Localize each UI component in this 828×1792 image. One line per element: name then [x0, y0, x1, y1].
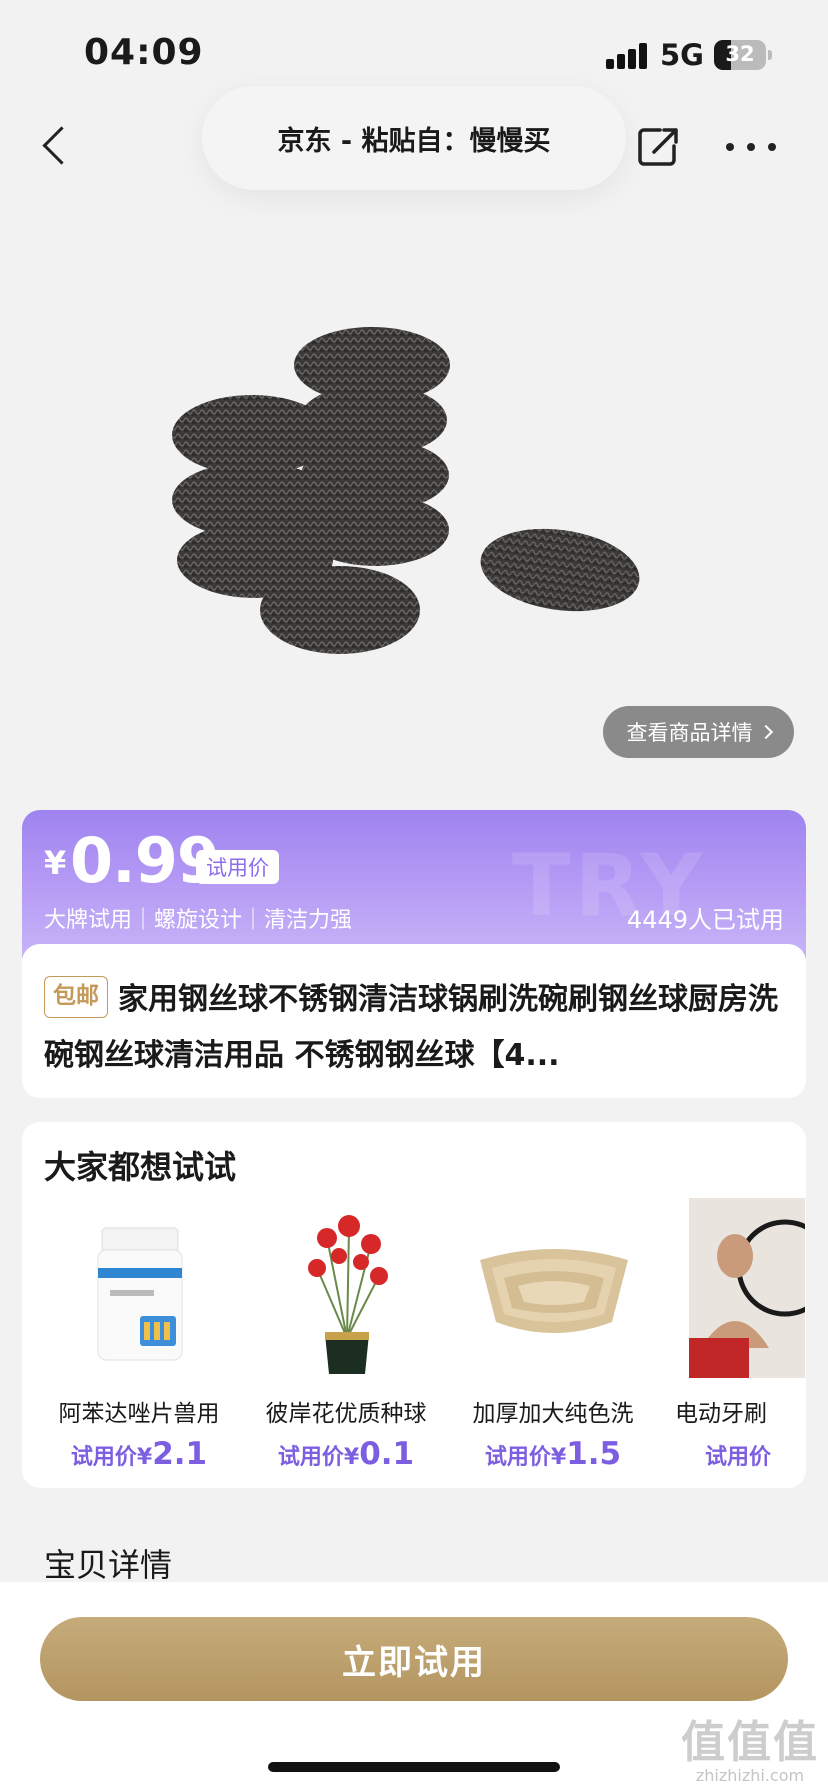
- more-options-button[interactable]: [726, 132, 776, 162]
- battery-level: 32: [725, 42, 755, 66]
- recommendations-title: 大家都想试试: [44, 1148, 237, 1186]
- details-section-title: 宝贝详情: [44, 1546, 173, 1584]
- site-watermark: 值值值 zhizhizhi.com: [680, 1706, 820, 1785]
- rec-item-name: 彼岸花优质种球: [265, 1401, 427, 1427]
- rec-item[interactable]: 彼岸花优质种球 试用价¥0.1: [251, 1198, 441, 1478]
- recommendations-card: 大家都想试试 阿苯达唑片兽用 试用价¥2.1 彼岸花优质种球 试用价¥0.1 加…: [22, 1122, 806, 1488]
- product-image: [172, 327, 640, 654]
- back-button[interactable]: [30, 118, 82, 178]
- share-icon: [638, 128, 678, 166]
- home-indicator: [268, 1762, 560, 1772]
- product-title-card: 包邮 家用钢丝球不锈钢清洁球锅刷洗碗刷钢丝球厨房洗碗钢丝球清洁用品 不锈钢钢丝球【…: [22, 944, 806, 1098]
- recommendations-list: 阿苯达唑片兽用 试用价¥2.1 彼岸花优质种球 试用价¥0.1 加厚加大纯色洗 …: [44, 1198, 806, 1478]
- currency-symbol: ¥: [44, 844, 67, 882]
- page-title: 京东 - 粘贴自：慢慢买: [202, 86, 626, 190]
- more-dot-icon: [726, 143, 734, 151]
- more-dot-icon: [747, 143, 755, 151]
- rec-item[interactable]: 阿苯达唑片兽用 试用价¥2.1: [44, 1198, 234, 1478]
- rec-price-label: 试用价¥: [277, 1445, 360, 1470]
- bathroom-mirror-icon: [689, 1198, 805, 1378]
- share-button[interactable]: [636, 124, 682, 170]
- more-dot-icon: [768, 143, 776, 151]
- cellular-signal-icon: [606, 43, 648, 69]
- free-shipping-badge: 包邮: [44, 975, 108, 1018]
- product-title: 包邮 家用钢丝球不锈钢清洁球锅刷洗碗刷钢丝球厨房洗碗钢丝球清洁用品 不锈钢钢丝球【…: [44, 972, 792, 1084]
- medicine-bottle-icon: [97, 1227, 183, 1361]
- rec-price-label: 试用价: [705, 1445, 772, 1470]
- trial-price-tag: 试用价: [196, 850, 279, 884]
- network-type: 5G: [660, 38, 704, 72]
- bottom-action-bar: 立即试用 值值值 zhizhizhi.com: [0, 1582, 828, 1792]
- try-now-button[interactable]: 立即试用: [40, 1617, 788, 1701]
- rec-price-value: 1.5: [566, 1436, 622, 1472]
- rec-item-name: 加厚加大纯色洗: [472, 1401, 634, 1427]
- trial-count: 4449人已试用: [626, 906, 784, 934]
- site-watermark-domain: zhizhizhi.com: [695, 1766, 805, 1785]
- rec-item-name: 阿苯达唑片兽用: [58, 1401, 220, 1427]
- battery-icon: 32: [714, 40, 766, 70]
- view-details-label: 查看商品详情: [626, 721, 753, 745]
- rec-item-price: 试用价¥0.1: [251, 1436, 441, 1472]
- feature-list: 大牌试用｜螺旋设计｜清洁力强: [44, 908, 353, 933]
- rec-price-label: 试用价¥: [70, 1445, 153, 1470]
- washbasin-icon: [480, 1249, 628, 1333]
- rec-item[interactable]: 电动牙刷 试用价: [665, 1198, 806, 1478]
- chevron-right-icon: [758, 724, 773, 740]
- rec-price-value: 0.1: [359, 1436, 415, 1472]
- status-bar: 04:09 5G 32: [0, 0, 828, 100]
- rec-item-name: 电动牙刷: [675, 1401, 767, 1427]
- rec-item-price: 试用价¥2.1: [44, 1436, 234, 1472]
- view-details-button[interactable]: 查看商品详情: [603, 706, 794, 758]
- flower-pot-icon: [308, 1215, 388, 1374]
- price-banner: TRY ¥ 0.99 试用价 大牌试用｜螺旋设计｜清洁力强 4449人已试用: [22, 810, 806, 958]
- rec-price-value: 2.1: [152, 1436, 208, 1472]
- rec-item-price: 试用价: [665, 1436, 806, 1472]
- battery-tip: [768, 50, 772, 60]
- rec-item-price: 试用价¥1.5: [458, 1436, 648, 1472]
- site-watermark-logo: 值值值: [681, 1717, 819, 1768]
- status-time: 04:09: [84, 32, 204, 73]
- rec-item[interactable]: 加厚加大纯色洗 试用价¥1.5: [458, 1198, 648, 1478]
- rec-price-label: 试用价¥: [484, 1445, 567, 1470]
- product-title-text: 家用钢丝球不锈钢清洁球锅刷洗碗刷钢丝球厨房洗碗钢丝球清洁用品 不锈钢钢丝球【4.…: [44, 982, 778, 1073]
